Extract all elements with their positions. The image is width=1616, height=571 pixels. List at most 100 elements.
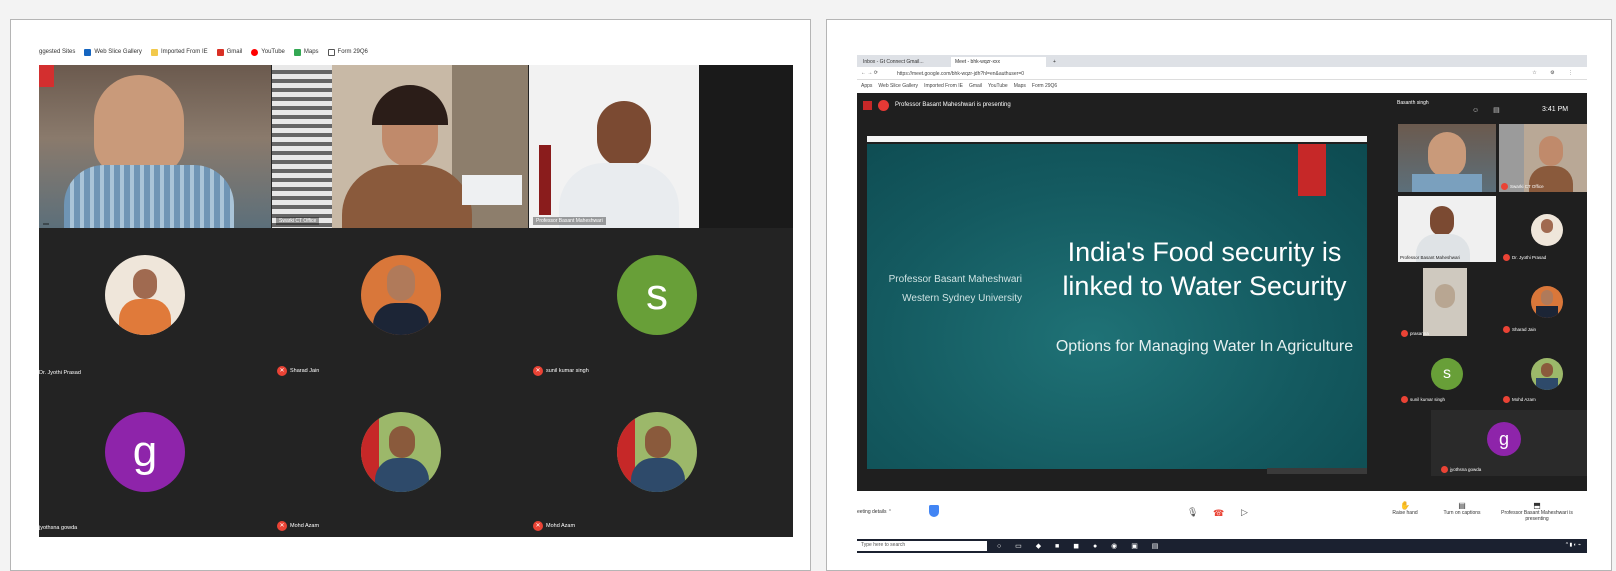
extension-icons[interactable]: ☆ ⚙ ⋮ xyxy=(1532,70,1579,76)
browser-tab-active[interactable]: Meet - bhk-wqzr-xxx xyxy=(951,57,1046,67)
participant-label: Dr. Jyothi Prasad xyxy=(39,370,81,376)
video-tile[interactable] xyxy=(39,65,271,228)
present-icon: ⬒ xyxy=(1533,501,1541,510)
tab-title: Inbox - Gt Connect Gmail... xyxy=(863,59,924,65)
participant-avatar[interactable]: g xyxy=(105,412,185,492)
bookmark-item[interactable]: Web Slice Gallery xyxy=(84,48,142,56)
participant-avatar[interactable]: s xyxy=(617,255,697,335)
bookmark-item[interactable]: Gmail xyxy=(216,48,243,56)
bookmark-label: ggested Sites xyxy=(39,49,76,55)
mic-off-icon xyxy=(1401,330,1408,337)
slide-top-border xyxy=(867,136,1367,142)
mic-icon[interactable]: 🎙 xyxy=(1187,507,1198,518)
system-tray[interactable]: ^ ▮ ◐ ⌁ xyxy=(1566,542,1581,548)
meeting-details-label: eeting details xyxy=(857,509,887,515)
bookmarks-bar: ggested Sites Web Slice Gallery Imported… xyxy=(39,45,799,59)
bookmark-item[interactable]: YouTube xyxy=(988,83,1008,89)
participants-chat-icons[interactable]: ☺ ▤ xyxy=(1472,106,1506,114)
video-tile[interactable]: Professor Basant Maheshwari xyxy=(529,65,793,228)
side-video-tile[interactable]: g jyothsna gowda xyxy=(1431,410,1587,476)
shield-icon[interactable] xyxy=(929,505,939,517)
mic-off-icon: ✕ xyxy=(277,366,287,376)
taskbar-app-icons[interactable]: ○ ▭ ◆ ■ ◼ ● ◉ ▣ ▤ xyxy=(997,542,1164,550)
nav-buttons-icon[interactable]: ← → ⟳ xyxy=(861,70,878,76)
participant-shirt xyxy=(1412,174,1482,192)
bookmark-item[interactable]: Gmail xyxy=(969,83,982,89)
participant-label: ✕ sunil kumar singh xyxy=(533,366,589,376)
side-video-tile[interactable]: Professor Basant Maheshwari xyxy=(1398,196,1496,262)
side-video-tile[interactable] xyxy=(1423,268,1467,336)
new-tab-button[interactable]: + xyxy=(1049,57,1061,67)
captions-button[interactable]: ▤ Turn on captions xyxy=(1437,501,1487,516)
avatar-clothes xyxy=(373,303,429,335)
mic-off-icon xyxy=(1501,183,1508,190)
participant-label: jyothsna gowda xyxy=(1441,466,1481,473)
browser-tab-strip: Inbox - Gt Connect Gmail... Meet - bhk-w… xyxy=(857,55,1587,67)
url-text: https://meet.google.com/bhk-wqzr-jdh?hl=… xyxy=(897,71,1025,77)
bookmark-label: Imported From IE xyxy=(160,49,208,55)
bookmark-item[interactable]: Maps xyxy=(293,48,319,56)
address-bar[interactable]: ← → ⟳ https://meet.google.com/bhk-wqzr-j… xyxy=(857,68,1587,80)
desk-papers xyxy=(462,175,522,205)
taskbar-search-input[interactable]: Type here to search xyxy=(857,541,987,551)
participant-avatar[interactable]: s xyxy=(1431,358,1463,390)
participant-avatar[interactable] xyxy=(1531,286,1563,318)
participant-name: jyothsna gowda xyxy=(39,525,78,531)
side-video-tile[interactable] xyxy=(1398,124,1496,192)
presentation-slide xyxy=(867,144,1367,469)
avatar-clothes xyxy=(1536,378,1558,390)
bookmark-item[interactable]: Imported From IE xyxy=(924,83,963,89)
participant-label: prasanna xyxy=(1401,330,1429,337)
presenting-banner: Professor Basant Maheshwari is presentin… xyxy=(857,93,1392,117)
participant-hair xyxy=(372,85,448,125)
mic-off-icon xyxy=(1401,396,1408,403)
participant-avatar[interactable] xyxy=(1531,214,1563,246)
folder-icon xyxy=(150,48,158,56)
window-blinds xyxy=(272,65,332,228)
participant-avatar[interactable] xyxy=(361,412,441,492)
browser-tab[interactable]: Inbox - Gt Connect Gmail... xyxy=(859,57,949,67)
side-video-tile[interactable]: Swarki CT Office xyxy=(1499,124,1587,192)
bookmark-item[interactable]: Form 29Q6 xyxy=(327,48,368,56)
self-name: Basanth singh xyxy=(1397,100,1429,106)
participant-avatar[interactable] xyxy=(617,412,697,492)
bookmark-item[interactable]: Form 29Q6 xyxy=(1032,83,1057,89)
control-label: Raise hand xyxy=(1392,510,1418,516)
bookmark-item[interactable]: ggested Sites xyxy=(39,49,75,55)
bookmark-item[interactable]: YouTube xyxy=(251,48,285,56)
participant-label: sunil kumar singh xyxy=(1401,396,1445,403)
bookmark-item[interactable]: Imported From IE xyxy=(150,48,208,56)
bookmark-label: Maps xyxy=(303,49,319,55)
camera-icon[interactable]: ▷ xyxy=(1241,507,1248,518)
bookmark-label: Gmail xyxy=(226,49,243,55)
participant-face xyxy=(597,101,651,167)
raise-hand-button[interactable]: ✋ Raise hand xyxy=(1385,501,1425,516)
windows-taskbar: Type here to search ○ ▭ ◆ ■ ◼ ● ◉ ▣ ▤ ^ … xyxy=(857,539,1587,553)
participant-label: Swarki CT Office xyxy=(1501,183,1544,190)
participant-name: Dr. Jyothi Prasad xyxy=(1512,255,1547,260)
meeting-details-button[interactable]: eeting details ⌃ xyxy=(857,509,892,515)
slide-controls[interactable] xyxy=(1267,468,1367,474)
clock-text: 3:41 PM xyxy=(1542,106,1569,113)
captions-icon: ▤ xyxy=(1458,501,1466,510)
participant-name: Sharad Jain xyxy=(290,368,320,374)
avatar-clothes xyxy=(375,458,429,492)
video-tile[interactable]: Swarki CT Office xyxy=(272,65,528,228)
bookmark-item[interactable]: Apps xyxy=(861,83,872,89)
bookmark-item[interactable]: Web Slice Gallery xyxy=(878,83,918,89)
participant-name: Mohd Azam xyxy=(290,523,320,529)
participant-name: Dr. Jyothi Prasad xyxy=(39,370,81,376)
slide-author-block: Professor Basant Maheshwari Western Sydn… xyxy=(882,273,1022,305)
search-placeholder: Type here to search xyxy=(861,542,906,548)
meet-bottom-bar: eeting details ⌃ 🎙 ☎ ▷ ✋ Raise hand ▤ Turn… xyxy=(857,491,1587,539)
mic-off-icon xyxy=(1503,254,1510,261)
hangup-icon[interactable]: ☎ xyxy=(1213,508,1224,519)
participant-avatar[interactable] xyxy=(1531,358,1563,390)
participant-name: Mohd Azam xyxy=(1512,397,1536,402)
participant-avatar[interactable] xyxy=(105,255,185,335)
presenting-button[interactable]: ⬒ Professor Basant Maheshwari is presenti… xyxy=(1497,501,1577,522)
participant-avatar[interactable] xyxy=(361,255,441,335)
participant-face xyxy=(94,75,184,175)
participant-label: Mohd Azam xyxy=(1503,396,1536,403)
bookmark-item[interactable]: Maps xyxy=(1014,83,1026,89)
